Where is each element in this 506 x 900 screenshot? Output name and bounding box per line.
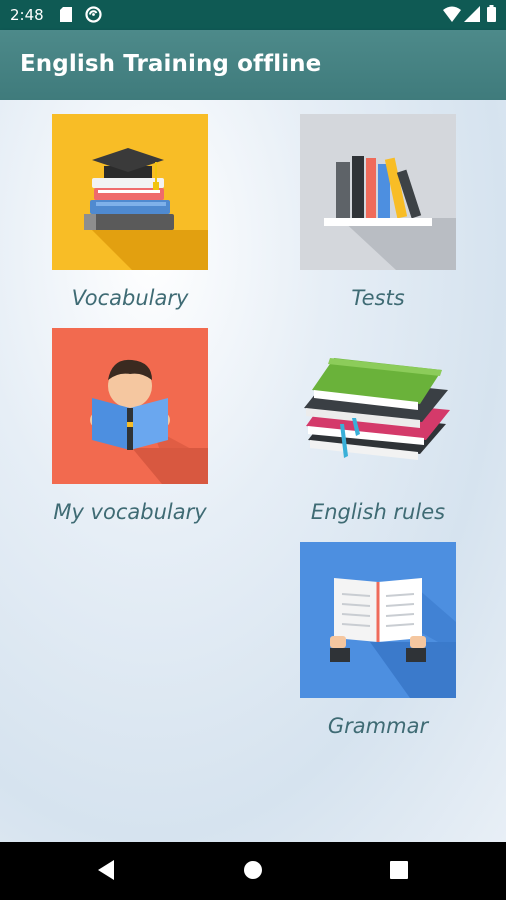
sd-card-icon xyxy=(60,7,72,22)
english-rules-label: English rules xyxy=(310,500,446,524)
graduation-books-icon xyxy=(52,114,208,270)
reading-boy-icon xyxy=(52,328,208,484)
home-icon[interactable] xyxy=(243,860,263,880)
grammar-label: Grammar xyxy=(327,714,429,738)
my-vocabulary-label: My vocabulary xyxy=(53,500,207,524)
bookshelf-icon xyxy=(300,114,456,270)
app-bar: English Training offline xyxy=(0,30,506,100)
back-icon[interactable] xyxy=(96,858,116,882)
open-book-hands-icon xyxy=(300,542,456,698)
tests-tile[interactable] xyxy=(300,114,456,270)
vocabulary-label: Vocabulary xyxy=(71,286,189,310)
sync-icon xyxy=(85,6,102,23)
recents-icon[interactable] xyxy=(390,861,408,879)
tests-label: Tests xyxy=(351,286,405,310)
app-title: English Training offline xyxy=(20,51,322,77)
menu-grid: Vocabulary Tests My vocabulary English r… xyxy=(0,100,506,842)
status-time: 2:48 xyxy=(10,6,44,24)
wifi-icon xyxy=(443,6,461,22)
cellular-icon xyxy=(464,6,480,22)
vocabulary-tile[interactable] xyxy=(52,114,208,270)
english-rules-tile[interactable] xyxy=(300,328,456,484)
grammar-tile[interactable] xyxy=(300,542,456,698)
battery-icon xyxy=(487,5,496,22)
book-stack-icon xyxy=(304,358,450,460)
navigation-bar xyxy=(0,842,506,900)
my-vocabulary-tile[interactable] xyxy=(52,328,208,484)
status-bar: 2:48 xyxy=(0,0,506,30)
